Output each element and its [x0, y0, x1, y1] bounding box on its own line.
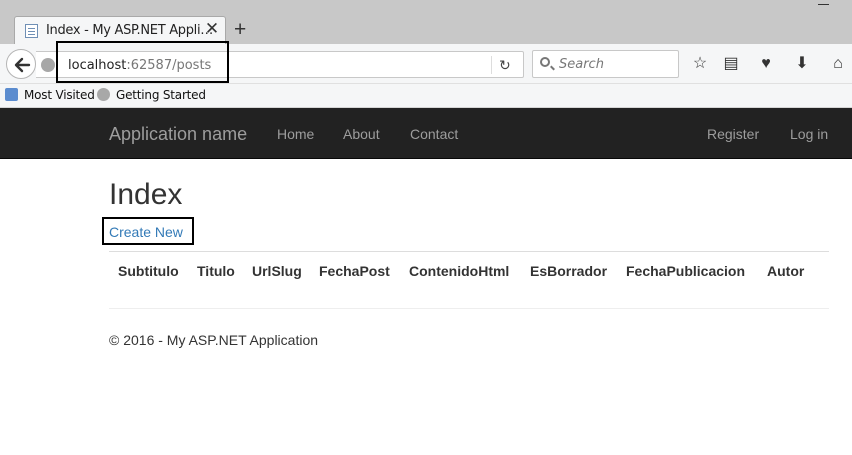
site-navbar: Application name Home About Contact Regi…	[0, 108, 852, 159]
url-divider	[491, 56, 492, 74]
table-top-border	[109, 251, 829, 252]
column-header-subtitulo: Subtitulo	[118, 263, 179, 279]
nav-register[interactable]: Register	[707, 126, 759, 142]
column-header-contenidohtml: ContenidoHtml	[409, 263, 510, 279]
url-highlight-box	[56, 41, 229, 83]
search-placeholder: Search	[559, 57, 604, 72]
nav-contact[interactable]: Contact	[410, 126, 458, 142]
nav-about[interactable]: About	[343, 126, 380, 142]
tab-title: Index - My ASP.NET Appli…	[46, 23, 214, 38]
close-tab-icon[interactable]: ✕	[203, 20, 221, 38]
reading-list-icon[interactable]: ▤	[722, 55, 740, 73]
column-header-titulo: Titulo	[197, 263, 235, 279]
brand-link[interactable]: Application name	[109, 124, 247, 145]
back-arrow-icon	[14, 57, 31, 73]
reload-icon[interactable]: ↻	[499, 57, 511, 74]
table-bottom-border	[109, 308, 829, 309]
bookmark-most-visited[interactable]: Most Visited	[5, 88, 95, 102]
column-header-esborrador: EsBorrador	[530, 263, 608, 279]
search-input[interactable]: Search	[532, 50, 679, 78]
bookmark-label: Getting Started	[116, 88, 206, 102]
search-icon	[540, 57, 550, 67]
back-button[interactable]	[6, 49, 36, 79]
site-identity-globe-icon[interactable]	[41, 58, 55, 72]
new-tab-button[interactable]: +	[234, 19, 246, 41]
bookmark-getting-started[interactable]: Getting Started	[97, 88, 206, 102]
column-header-autor: Autor	[767, 263, 805, 279]
bookmark-folder-icon	[5, 88, 18, 101]
star-icon[interactable]: ☆	[691, 55, 709, 73]
download-icon[interactable]: ⬇	[793, 55, 811, 73]
column-header-urlslug: UrlSlug	[252, 263, 302, 279]
create-link-highlight-box	[102, 217, 194, 245]
bookmark-globe-icon	[97, 88, 110, 101]
browser-tab[interactable]: Index - My ASP.NET Appli… ✕	[14, 16, 226, 44]
nav-home[interactable]: Home	[277, 126, 314, 142]
nav-login[interactable]: Log in	[790, 126, 828, 142]
page-favicon-icon	[25, 24, 38, 38]
home-icon[interactable]: ⌂	[829, 55, 847, 73]
pocket-icon[interactable]: ♥	[757, 55, 775, 73]
column-header-fechapost: FechaPost	[319, 263, 390, 279]
browser-tab-strip: Index - My ASP.NET Appli… ✕ +	[0, 0, 852, 44]
page-footer: © 2016 - My ASP.NET Application	[109, 332, 319, 348]
page-title: Index	[109, 178, 183, 211]
column-header-fechapublicacion: FechaPublicacion	[626, 263, 746, 279]
minimize-window-icon[interactable]	[818, 4, 829, 5]
bookmark-label: Most Visited	[24, 88, 95, 102]
bookmarks-toolbar: Most Visited Getting Started	[0, 84, 852, 108]
